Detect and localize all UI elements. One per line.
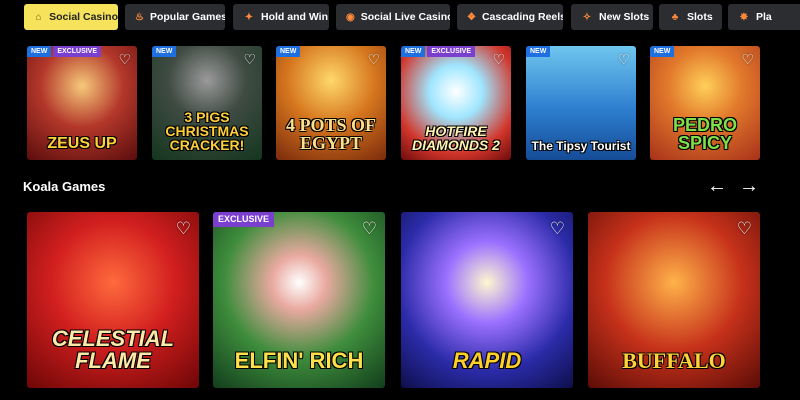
favorite-heart-icon[interactable]: ♡ [617,52,630,66]
badge-group: EXCLUSIVE [213,212,275,227]
exclusive-badge: EXCLUSIVE [213,212,275,227]
game-title: PEDRO SPICY [672,115,737,153]
flame-icon: ♨ [135,11,144,23]
house-icon: ⌂ [35,11,42,23]
game-tile-celestial-flame[interactable]: ♡ CELESTIAL FLAME [27,212,199,388]
game-title: ELFIN' RICH [234,348,364,373]
tab-social-live-casino[interactable]: ◉ Social Live Casino [336,4,450,30]
game-tile-rapid[interactable]: ♡ RAPID [401,212,573,388]
favorite-heart-icon[interactable]: ♡ [550,220,565,237]
favorite-heart-icon[interactable]: ♡ [737,220,752,237]
game-title: BUFFALO [622,348,726,373]
game-tile-pedro-spicy[interactable]: NEW ♡ PEDRO SPICY [650,46,760,160]
new-badge: NEW [276,46,301,57]
section-title: Koala Games [23,179,106,194]
badge-group: NEW [526,46,551,57]
new-badge: NEW [152,46,177,57]
tab-new-slots[interactable]: ✧ New Slots [571,4,653,30]
tab-label: New Slots [599,11,650,23]
tab-social-casino[interactable]: ⌂ Social Casino [24,4,118,30]
badge-group: NEW [276,46,301,57]
game-title: 3 PIGS CHRISTMAS CRACKER! [165,109,249,153]
tab-label: Slots [687,11,713,23]
badge-group: NEW [650,46,675,57]
favorite-heart-icon[interactable]: ♡ [243,52,256,66]
game-tile-4-pots-of-egypt[interactable]: NEW ♡ 4 POTS OF EGYPT [276,46,386,160]
new-badge: NEW [401,46,426,57]
exclusive-badge: EXCLUSIVE [53,46,102,57]
new-badge: NEW [526,46,551,57]
game-tile-3-pigs[interactable]: NEW ♡ 3 PIGS CHRISTMAS CRACKER! [152,46,262,160]
arrow-left-icon[interactable]: ← [704,176,730,196]
tab-hold-and-win[interactable]: ✦ Hold and Win [233,4,329,30]
game-title: 4 POTS OF EGYPT [285,115,376,153]
game-title: The Tipsy Tourist [531,139,631,153]
game-title: ZEUS UP [47,135,117,152]
badge-group: NEW EXCLUSIVE [401,46,476,57]
cherries-icon: ♣ [671,11,679,23]
sparkle-icon: ✧ [582,11,592,23]
favorite-heart-icon[interactable]: ♡ [362,220,377,237]
game-tile-elfin-rich[interactable]: EXCLUSIVE ♡ ELFIN' RICH [213,212,385,388]
new-badge: NEW [650,46,675,57]
tab-slots[interactable]: ♣ Slots [659,4,722,30]
game-title: CELESTIAL FLAME [51,326,175,373]
cascade-icon: ❖ [467,11,476,23]
game-title: RAPID [452,348,522,373]
game-title: HOTFIRE DIAMONDS 2 [412,123,500,153]
exclusive-badge: EXCLUSIVE [427,46,476,57]
favorite-heart-icon[interactable]: ♡ [118,52,131,66]
game-tile-tipsy-tourist[interactable]: NEW ♡ The Tipsy Tourist [526,46,636,160]
category-tabs: ⌂ Social Casino ♨ Popular Games ✦ Hold a… [0,4,800,30]
tab-label: Social Live Casino [360,11,450,23]
dynamite-icon: ✦ [244,11,254,23]
tab-label: Popular Games [149,11,225,23]
game-tile-buffalo[interactable]: ♡ BUFFALO [588,212,760,388]
star-icon: ✸ [739,11,749,23]
game-tile-zeus-up[interactable]: NEW EXCLUSIVE ♡ ZEUS UP [27,46,137,160]
game-tile-hotfire-diamonds-2[interactable]: NEW EXCLUSIVE ♡ HOTFIRE DIAMONDS 2 [401,46,511,160]
tab-label: Social Casino [49,11,118,23]
tab-label: Pla [756,11,772,23]
favorite-heart-icon[interactable]: ♡ [176,220,191,237]
tab-cascading-reels[interactable]: ❖ Cascading Reels [457,4,563,30]
favorite-heart-icon[interactable]: ♡ [741,52,754,66]
badge-group: NEW EXCLUSIVE [27,46,102,57]
tab-popular-games[interactable]: ♨ Popular Games [125,4,225,30]
favorite-heart-icon[interactable]: ♡ [367,52,380,66]
badge-group: NEW [152,46,177,57]
tab-label: Hold and Win [261,11,328,23]
live-dealer-icon: ◉ [346,11,355,23]
favorite-heart-icon[interactable]: ♡ [492,52,505,66]
tab-partial[interactable]: ✸ Pla [728,4,800,30]
tab-label: Cascading Reels [481,11,563,23]
new-badge: NEW [27,46,52,57]
arrow-right-icon[interactable]: → [736,176,762,196]
